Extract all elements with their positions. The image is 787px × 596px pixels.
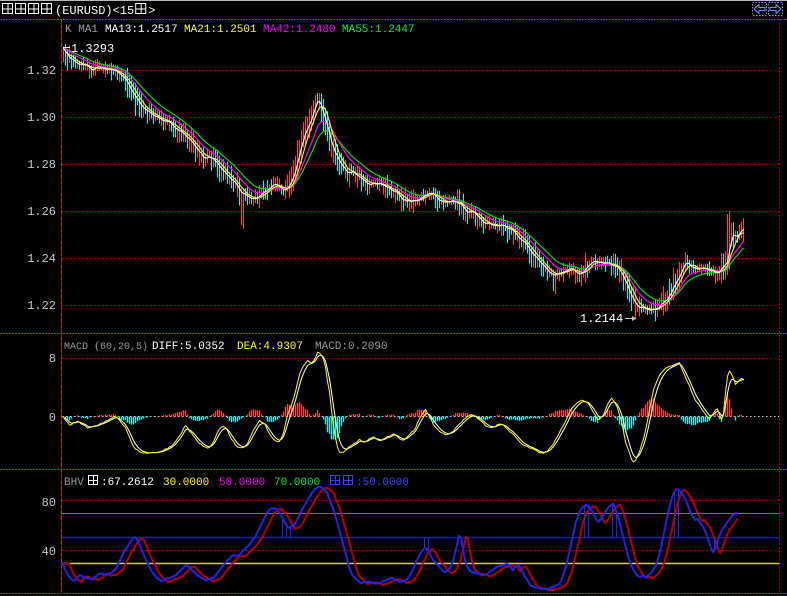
svg-text:MA13:1.2517: MA13:1.2517 <box>105 24 178 36</box>
svg-text:1.28: 1.28 <box>27 158 56 172</box>
svg-text:BHV: BHV <box>64 477 84 489</box>
svg-text:80: 80 <box>42 496 56 510</box>
svg-text::50.0000: :50.0000 <box>356 477 409 489</box>
svg-text:1.30: 1.30 <box>27 111 56 125</box>
svg-text:1.2144: 1.2144 <box>580 312 623 326</box>
svg-text:8: 8 <box>49 352 56 366</box>
svg-text:DIFF:5.0352: DIFF:5.0352 <box>152 341 225 353</box>
svg-text:MA42:1.2480: MA42:1.2480 <box>263 24 336 36</box>
svg-text:MA55:1.2447: MA55:1.2447 <box>342 24 415 36</box>
svg-text:50.0000: 50.0000 <box>219 477 265 489</box>
svg-text::67.2612: :67.2612 <box>101 477 154 489</box>
svg-text:1.26: 1.26 <box>27 205 56 219</box>
svg-text:MA21:1.2501: MA21:1.2501 <box>184 24 257 36</box>
svg-text:1.3293: 1.3293 <box>71 42 114 56</box>
svg-text:MACD (60,20,5): MACD (60,20,5) <box>64 341 148 353</box>
svg-text:40: 40 <box>42 545 56 559</box>
svg-text:>: > <box>148 4 155 18</box>
svg-text:(EURUSD)<15: (EURUSD)<15 <box>55 4 134 18</box>
svg-text:0: 0 <box>49 411 56 425</box>
svg-text:DEA:4.9307: DEA:4.9307 <box>237 341 303 353</box>
svg-text:1.32: 1.32 <box>27 64 56 78</box>
svg-text:1.24: 1.24 <box>27 252 56 266</box>
svg-text:MACD:0.2090: MACD:0.2090 <box>315 341 388 353</box>
svg-text:70.0000: 70.0000 <box>274 477 320 489</box>
svg-text:30.0000: 30.0000 <box>163 477 209 489</box>
svg-text:K MA1: K MA1 <box>65 24 98 36</box>
svg-text:1.22: 1.22 <box>27 299 56 313</box>
